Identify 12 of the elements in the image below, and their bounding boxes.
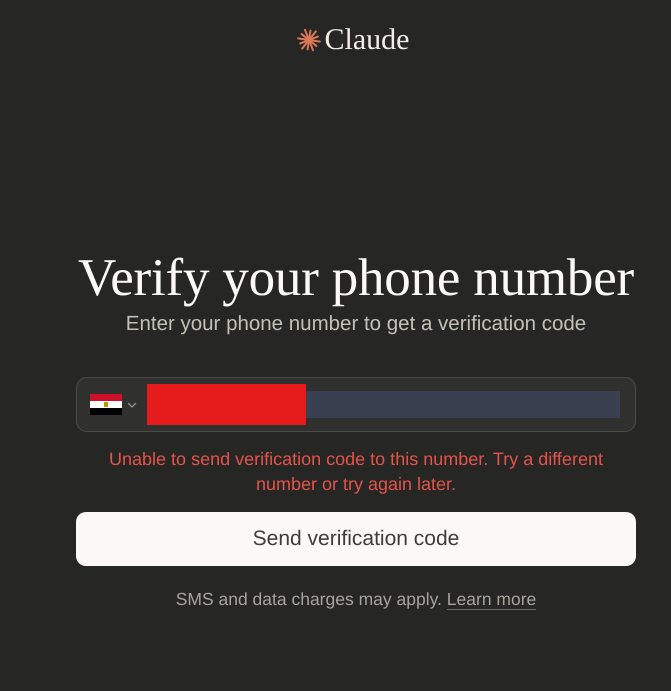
learn-more-link[interactable]: Learn more xyxy=(446,589,536,610)
error-message: Unable to send verification code to this number. Try a different number or try again later. xyxy=(108,448,604,496)
flag-icon xyxy=(90,394,122,415)
number-input[interactable] xyxy=(306,391,620,418)
chevron-down-icon xyxy=(127,402,137,408)
starburst-logo-icon xyxy=(296,28,320,52)
page-subtitle: Enter your phone number to get a verification code xyxy=(126,312,586,336)
page-title: Verify your phone number xyxy=(78,248,634,308)
send-code-button[interactable]: Send verification code xyxy=(76,512,636,566)
logo-wordmark: Claude xyxy=(324,23,410,57)
footer-note: SMS and data charges may apply. Learn more xyxy=(176,588,536,610)
country-select[interactable] xyxy=(90,392,137,416)
